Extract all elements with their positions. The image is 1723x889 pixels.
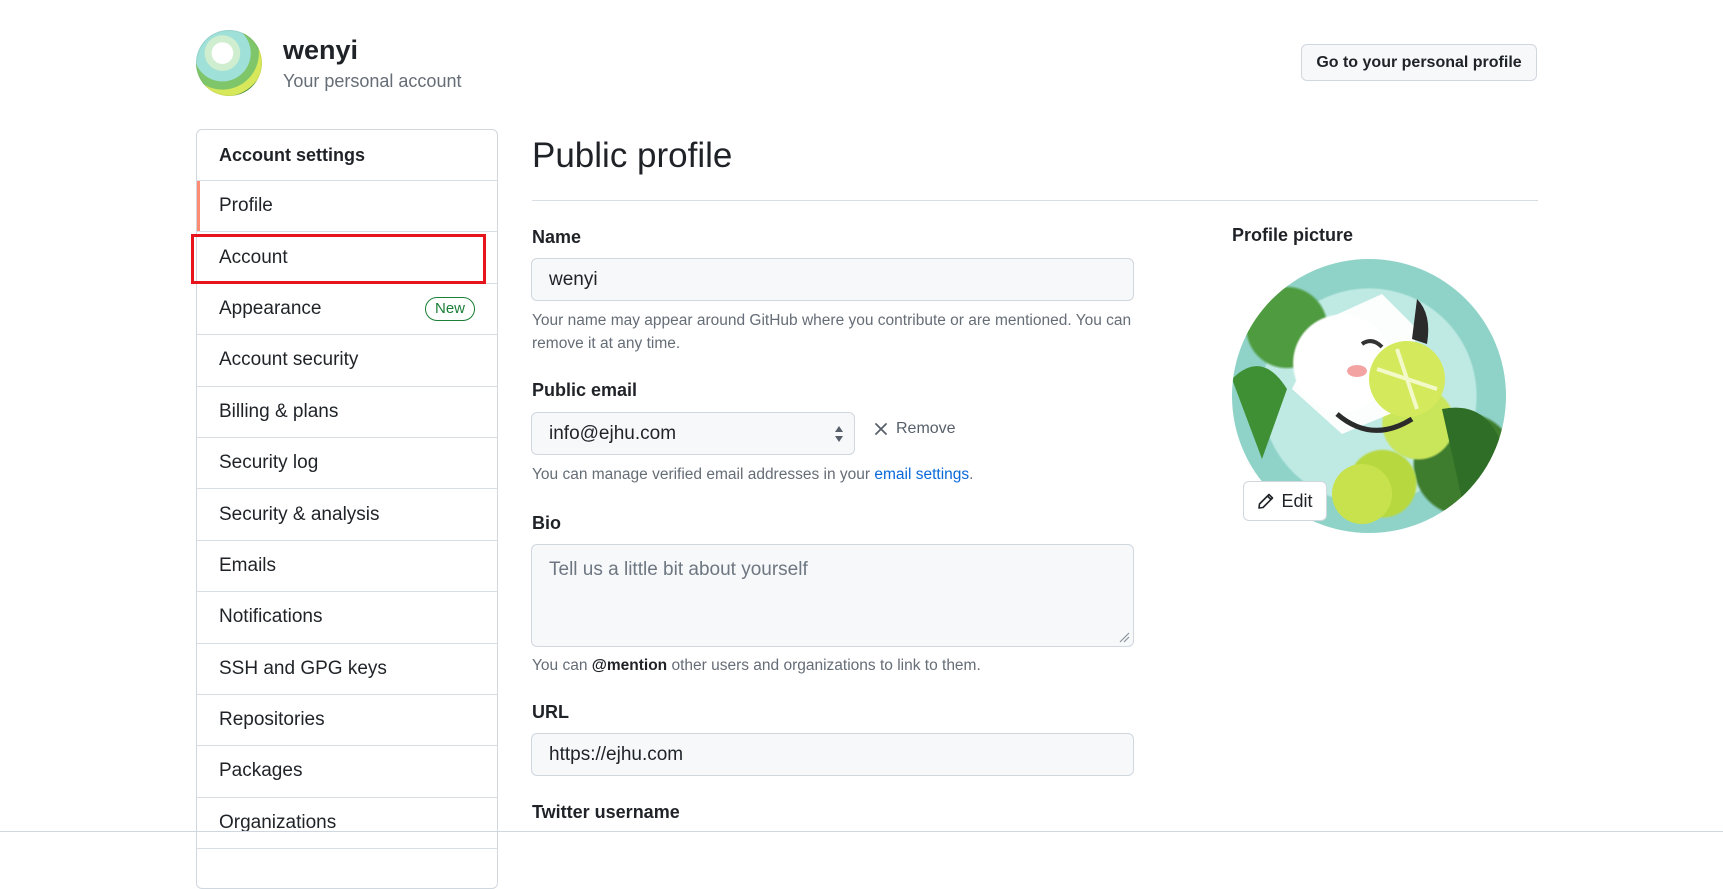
page-title: Public profile [532,136,733,175]
bio-note-suffix: other users and organizations to link to… [667,657,981,674]
mention-text: @mention [591,657,668,674]
bio-placeholder: Tell us a little bit about yourself [549,559,808,580]
resize-grip-icon[interactable] [1118,631,1130,643]
sidebar-item-label: Appearance [219,297,322,319]
sidebar-item-security-analysis[interactable]: Security & analysis [197,489,497,541]
name-value: wenyi [549,268,598,290]
sidebar-item-label: SSH and GPG keys [219,657,387,679]
sidebar-item-account-security[interactable]: Account security [197,335,497,387]
sidebar-item-emails[interactable]: Emails [197,541,497,593]
sidebar-item-notifications[interactable]: Notifications [197,592,497,644]
edit-picture-button[interactable]: Edit [1243,481,1327,521]
sidebar-item-profile[interactable]: Profile [197,181,497,233]
select-arrows-icon [835,425,843,442]
sidebar-item-security-log[interactable]: Security log [197,438,497,490]
name-label: Name [532,227,582,247]
sidebar-item-label: Billing & plans [219,400,339,422]
public-email-note: You can manage verified email addresses … [532,463,973,486]
email-note-prefix: You can manage verified email addresses … [532,466,875,483]
sidebar-item-billing[interactable]: Billing & plans [197,387,497,438]
sidebar-item-label: Emails [219,554,277,576]
email-settings-link[interactable]: email settings [874,466,969,483]
settings-sidebar: Account settings Profile Account Appeara… [196,129,498,889]
bio-textarea[interactable]: Tell us a little bit about yourself [531,544,1134,647]
bio-note: You can @mention other users and organiz… [532,654,981,677]
profile-picture-label: Profile picture [1232,225,1354,245]
pencil-icon [1258,493,1274,509]
url-label: URL [532,702,569,722]
name-note: Your name may appear around GitHub where… [532,312,1132,352]
remove-label: Remove [896,420,956,437]
go-to-profile-button[interactable]: Go to your personal profile [1301,44,1537,81]
new-badge: New [424,296,475,321]
sidebar-item-repositories[interactable]: Repositories [197,695,497,747]
header-avatar[interactable] [196,30,262,96]
sidebar-item-ssh-gpg-keys[interactable]: SSH and GPG keys [197,644,497,695]
title-divider [532,200,1538,201]
sidebar-item-organizations[interactable]: Organizations [197,798,497,850]
sidebar-item-label: Profile [219,195,273,217]
sidebar-item-label: Packages [219,760,303,782]
email-note-suffix: . [969,466,974,483]
url-input[interactable]: https://ejhu.com [531,733,1134,776]
sidebar-item-label: Security & analysis [219,503,380,525]
public-email-select[interactable]: info@ejhu.com [531,412,855,455]
public-email-value: info@ejhu.com [549,422,677,444]
bio-label: Bio [532,513,561,533]
sidebar-item-packages[interactable]: Packages [197,746,497,798]
url-value: https://ejhu.com [549,743,684,765]
sidebar-item-label: Security log [219,452,319,474]
name-input[interactable]: wenyi [531,258,1134,301]
close-icon [875,423,887,435]
sidebar-item-label: Account [219,246,288,268]
sidebar-item-label: Account security [219,349,359,371]
public-email-label: Public email [532,380,638,400]
edit-label: Edit [1281,490,1313,511]
twitter-label: Twitter username [532,802,680,822]
remove-email-button[interactable]: Remove [874,420,956,438]
header-username[interactable]: wenyi [283,34,358,66]
sidebar-item-label: Repositories [219,709,325,731]
header-subtitle: Your personal account [283,71,462,91]
sidebar-item-appearance[interactable]: Appearance New [197,284,497,336]
sidebar-item-account[interactable]: Account [197,232,497,284]
bio-note-prefix: You can [532,657,592,674]
sidebar-item-label: Notifications [219,606,323,628]
sidebar-heading: Account settings [197,130,497,181]
